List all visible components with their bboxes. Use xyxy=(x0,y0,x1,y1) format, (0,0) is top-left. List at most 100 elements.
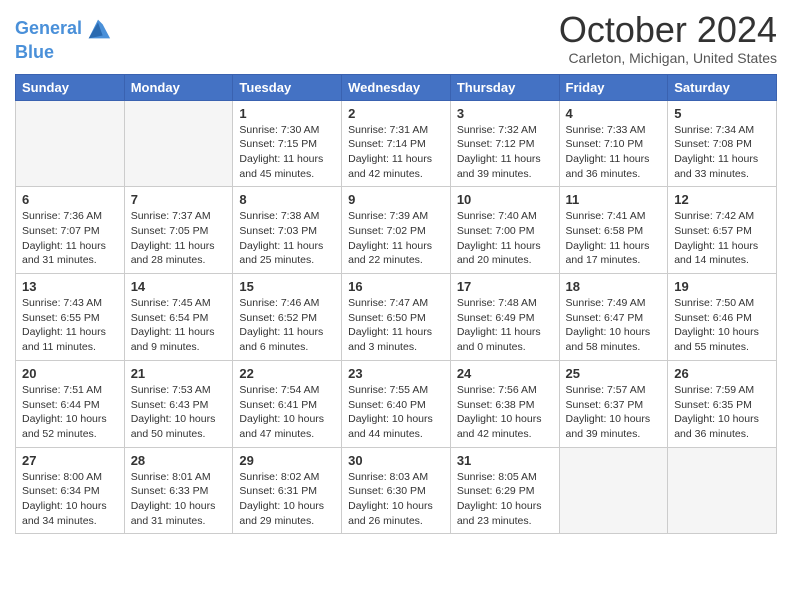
day-info: Sunrise: 7:53 AMSunset: 6:43 PMDaylight:… xyxy=(131,383,227,442)
day-number: 26 xyxy=(674,366,770,381)
day-of-week-header: Sunday xyxy=(16,74,125,100)
calendar-cell: 20 Sunrise: 7:51 AMSunset: 6:44 PMDayligh… xyxy=(16,360,125,447)
day-info: Sunrise: 8:01 AMSunset: 6:33 PMDaylight:… xyxy=(131,470,227,529)
day-of-week-header: Thursday xyxy=(450,74,559,100)
day-info: Sunrise: 7:36 AMSunset: 7:07 PMDaylight:… xyxy=(22,209,118,268)
day-number: 19 xyxy=(674,279,770,294)
day-info: Sunrise: 7:57 AMSunset: 6:37 PMDaylight:… xyxy=(566,383,662,442)
calendar-cell: 26 Sunrise: 7:59 AMSunset: 6:35 PMDayligh… xyxy=(668,360,777,447)
page: General Blue October 2024 Carleton, Mich… xyxy=(0,0,792,549)
day-info: Sunrise: 7:54 AMSunset: 6:41 PMDaylight:… xyxy=(239,383,335,442)
day-number: 16 xyxy=(348,279,444,294)
day-info: Sunrise: 7:33 AMSunset: 7:10 PMDaylight:… xyxy=(566,123,662,182)
day-number: 27 xyxy=(22,453,118,468)
calendar-week-row: 27 Sunrise: 8:00 AMSunset: 6:34 PMDayligh… xyxy=(16,447,777,534)
calendar-cell: 8 Sunrise: 7:38 AMSunset: 7:03 PMDaylight… xyxy=(233,187,342,274)
day-info: Sunrise: 7:51 AMSunset: 6:44 PMDaylight:… xyxy=(22,383,118,442)
calendar-cell: 22 Sunrise: 7:54 AMSunset: 6:41 PMDayligh… xyxy=(233,360,342,447)
calendar-cell: 31Sunrise: 8:05 AMSunset: 6:29 PMDayligh… xyxy=(450,447,559,534)
day-info: Sunrise: 7:34 AMSunset: 7:08 PMDaylight:… xyxy=(674,123,770,182)
logo: General Blue xyxy=(15,15,112,63)
day-number: 8 xyxy=(239,192,335,207)
calendar-cell: 13 Sunrise: 7:43 AMSunset: 6:55 PMDayligh… xyxy=(16,274,125,361)
calendar-cell xyxy=(668,447,777,534)
day-info: Sunrise: 7:47 AMSunset: 6:50 PMDaylight:… xyxy=(348,296,444,355)
day-number: 9 xyxy=(348,192,444,207)
day-number: 18 xyxy=(566,279,662,294)
day-info: Sunrise: 7:31 AMSunset: 7:14 PMDaylight:… xyxy=(348,123,444,182)
day-info: Sunrise: 7:59 AMSunset: 6:35 PMDaylight:… xyxy=(674,383,770,442)
day-number: 24 xyxy=(457,366,553,381)
day-info: Sunrise: 7:32 AMSunset: 7:12 PMDaylight:… xyxy=(457,123,553,182)
calendar-cell: 4 Sunrise: 7:33 AMSunset: 7:10 PMDaylight… xyxy=(559,100,668,187)
day-info: Sunrise: 7:41 AMSunset: 6:58 PMDaylight:… xyxy=(566,209,662,268)
day-info: Sunrise: 7:43 AMSunset: 6:55 PMDaylight:… xyxy=(22,296,118,355)
day-info: Sunrise: 7:39 AMSunset: 7:02 PMDaylight:… xyxy=(348,209,444,268)
day-number: 10 xyxy=(457,192,553,207)
day-number: 13 xyxy=(22,279,118,294)
calendar-cell: 16 Sunrise: 7:47 AMSunset: 6:50 PMDayligh… xyxy=(342,274,451,361)
day-number: 5 xyxy=(674,106,770,121)
calendar-cell: 24 Sunrise: 7:56 AMSunset: 6:38 PMDayligh… xyxy=(450,360,559,447)
calendar-cell: 15 Sunrise: 7:46 AMSunset: 6:52 PMDayligh… xyxy=(233,274,342,361)
day-number: 17 xyxy=(457,279,553,294)
day-info: Sunrise: 7:30 AMSunset: 7:15 PMDaylight:… xyxy=(239,123,335,182)
day-of-week-header: Monday xyxy=(124,74,233,100)
calendar-cell xyxy=(559,447,668,534)
day-number: 21 xyxy=(131,366,227,381)
day-of-week-header: Tuesday xyxy=(233,74,342,100)
day-info: Sunrise: 8:00 AMSunset: 6:34 PMDaylight:… xyxy=(22,470,118,529)
day-info: Sunrise: 7:48 AMSunset: 6:49 PMDaylight:… xyxy=(457,296,553,355)
day-info: Sunrise: 7:46 AMSunset: 6:52 PMDaylight:… xyxy=(239,296,335,355)
day-info: Sunrise: 8:02 AMSunset: 6:31 PMDaylight:… xyxy=(239,470,335,529)
day-of-week-header: Friday xyxy=(559,74,668,100)
calendar-cell: 1 Sunrise: 7:30 AMSunset: 7:15 PMDaylight… xyxy=(233,100,342,187)
day-number: 1 xyxy=(239,106,335,121)
day-info: Sunrise: 7:56 AMSunset: 6:38 PMDaylight:… xyxy=(457,383,553,442)
calendar-cell xyxy=(124,100,233,187)
calendar-cell: 5 Sunrise: 7:34 AMSunset: 7:08 PMDaylight… xyxy=(668,100,777,187)
day-number: 15 xyxy=(239,279,335,294)
day-number: 11 xyxy=(566,192,662,207)
calendar-cell: 12Sunrise: 7:42 AMSunset: 6:57 PMDayligh… xyxy=(668,187,777,274)
day-number: 6 xyxy=(22,192,118,207)
day-number: 7 xyxy=(131,192,227,207)
title-block: October 2024 Carleton, Michigan, United … xyxy=(559,10,777,66)
main-title: October 2024 xyxy=(559,10,777,50)
day-info: Sunrise: 7:40 AMSunset: 7:00 PMDaylight:… xyxy=(457,209,553,268)
day-info: Sunrise: 7:37 AMSunset: 7:05 PMDaylight:… xyxy=(131,209,227,268)
calendar-cell: 2 Sunrise: 7:31 AMSunset: 7:14 PMDaylight… xyxy=(342,100,451,187)
day-number: 25 xyxy=(566,366,662,381)
subtitle: Carleton, Michigan, United States xyxy=(559,50,777,66)
calendar-cell: 28 Sunrise: 8:01 AMSunset: 6:33 PMDayligh… xyxy=(124,447,233,534)
day-number: 28 xyxy=(131,453,227,468)
day-number: 4 xyxy=(566,106,662,121)
day-number: 30 xyxy=(348,453,444,468)
day-number: 14 xyxy=(131,279,227,294)
day-info: Sunrise: 7:42 AMSunset: 6:57 PMDaylight:… xyxy=(674,209,770,268)
calendar-cell: 23Sunrise: 7:55 AMSunset: 6:40 PMDayligh… xyxy=(342,360,451,447)
calendar-cell: 14Sunrise: 7:45 AMSunset: 6:54 PMDayligh… xyxy=(124,274,233,361)
calendar-cell: 27 Sunrise: 8:00 AMSunset: 6:34 PMDayligh… xyxy=(16,447,125,534)
day-info: Sunrise: 7:50 AMSunset: 6:46 PMDaylight:… xyxy=(674,296,770,355)
calendar-cell: 21 Sunrise: 7:53 AMSunset: 6:43 PMDayligh… xyxy=(124,360,233,447)
logo-text-blue: Blue xyxy=(15,43,112,63)
calendar-cell: 25 Sunrise: 7:57 AMSunset: 6:37 PMDayligh… xyxy=(559,360,668,447)
logo-text: General xyxy=(15,19,82,39)
calendar-cell: 17 Sunrise: 7:48 AMSunset: 6:49 PMDayligh… xyxy=(450,274,559,361)
day-of-week-header: Saturday xyxy=(668,74,777,100)
day-info: Sunrise: 8:03 AMSunset: 6:30 PMDaylight:… xyxy=(348,470,444,529)
calendar-week-row: 13 Sunrise: 7:43 AMSunset: 6:55 PMDayligh… xyxy=(16,274,777,361)
calendar-cell: 29Sunrise: 8:02 AMSunset: 6:31 PMDayligh… xyxy=(233,447,342,534)
day-number: 22 xyxy=(239,366,335,381)
day-info: Sunrise: 8:05 AMSunset: 6:29 PMDaylight:… xyxy=(457,470,553,529)
day-info: Sunrise: 7:55 AMSunset: 6:40 PMDaylight:… xyxy=(348,383,444,442)
calendar-cell: 9 Sunrise: 7:39 AMSunset: 7:02 PMDaylight… xyxy=(342,187,451,274)
calendar-cell: 10 Sunrise: 7:40 AMSunset: 7:00 PMDayligh… xyxy=(450,187,559,274)
day-number: 3 xyxy=(457,106,553,121)
day-number: 20 xyxy=(22,366,118,381)
calendar-cell: 11 Sunrise: 7:41 AMSunset: 6:58 PMDayligh… xyxy=(559,187,668,274)
calendar-cell: 7 Sunrise: 7:37 AMSunset: 7:05 PMDaylight… xyxy=(124,187,233,274)
day-info: Sunrise: 7:38 AMSunset: 7:03 PMDaylight:… xyxy=(239,209,335,268)
day-number: 2 xyxy=(348,106,444,121)
